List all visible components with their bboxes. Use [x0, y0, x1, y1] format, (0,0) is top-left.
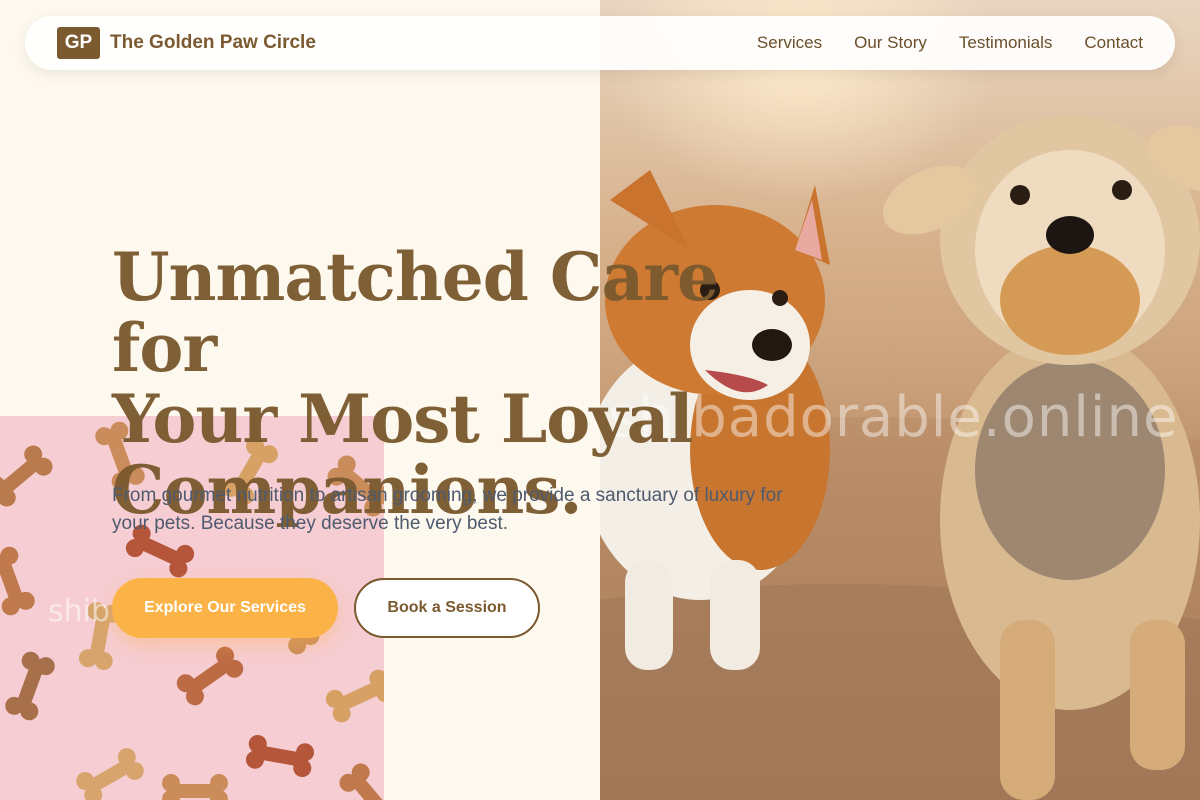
nav-link-services[interactable]: Services [757, 33, 822, 53]
nav-link-contact[interactable]: Contact [1084, 33, 1143, 53]
logo-badge: GP [57, 27, 100, 59]
bone-treat [325, 669, 384, 723]
treats-photo-watermark: shib [48, 594, 111, 629]
brand-link[interactable]: GP The Golden Paw Circle [57, 27, 316, 59]
explore-services-button[interactable]: Explore Our Services [112, 578, 338, 638]
bone-treat [5, 651, 55, 721]
bone-treat [339, 763, 384, 800]
hero-subtitle: From gourmet nutrition to artisan groomi… [112, 485, 783, 534]
top-navbar: GP The Golden Paw Circle Services Our St… [25, 16, 1175, 70]
hero-title-line-2: Your Most Loyal [112, 380, 693, 458]
hero-title-line-1: Unmatched Care for [112, 238, 719, 387]
bone-treat [176, 646, 244, 706]
bone-treat [0, 445, 53, 507]
bone-treat [245, 734, 315, 778]
book-session-button[interactable]: Book a Session [354, 578, 540, 638]
bone-treat [162, 774, 228, 800]
brand-name: The Golden Paw Circle [110, 32, 316, 53]
bone-treat [76, 748, 144, 800]
nav-link-testimonials[interactable]: Testimonials [959, 33, 1053, 53]
nav-link-our-story[interactable]: Our Story [854, 33, 927, 53]
nav-links: Services Our Story Testimonials Contact [757, 33, 1143, 53]
bone-treat [0, 546, 35, 616]
